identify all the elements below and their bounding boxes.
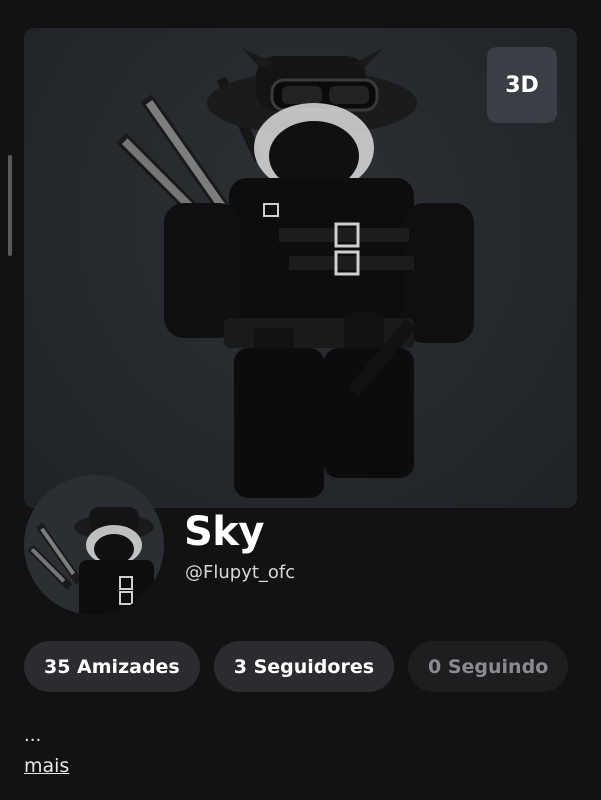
bio-text: ... <box>24 725 42 746</box>
toggle-3d-button[interactable]: 3D <box>487 47 557 123</box>
scrollbar-thumb[interactable] <box>8 155 12 256</box>
stats-row: 35 Amizades 3 Seguidores 0 Seguindo <box>24 641 569 692</box>
username: @Flupyt_ofc <box>185 562 296 583</box>
avatar-showcase: 3D <box>24 28 577 508</box>
friends-count-button[interactable]: 35 Amizades <box>24 641 200 692</box>
display-name: Sky <box>184 509 264 555</box>
followers-count-button[interactable]: 3 Seguidores <box>213 641 395 692</box>
avatar[interactable] <box>24 475 164 615</box>
avatar-headshot-icon <box>24 475 164 615</box>
following-count-button[interactable]: 0 Seguindo <box>408 641 569 692</box>
profile-page: 3D Sky @Flupyt_ofc 35 Amizades 3 Seguido… <box>0 0 601 800</box>
show-more-link[interactable]: mais <box>24 754 69 778</box>
